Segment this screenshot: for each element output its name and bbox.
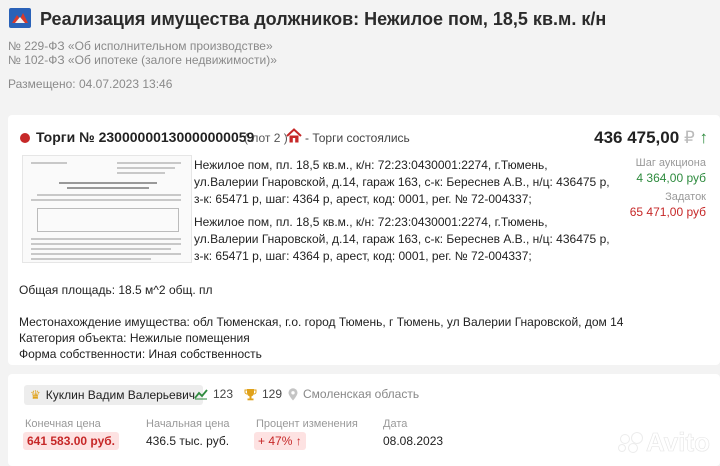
posted-label: Размещено:	[8, 77, 76, 91]
date-label: Дата	[383, 418, 408, 430]
region-name: Смоленская область	[303, 387, 420, 401]
property-location: Местонахождение имущества: обл Тюменская…	[19, 315, 624, 329]
start-price-label: Начальная цена	[146, 418, 230, 430]
doc-line	[31, 258, 151, 260]
doc-line	[31, 248, 171, 250]
posted-date: Размещено: 04.07.2023 13:46	[8, 77, 172, 91]
avito-logo-icon	[617, 431, 644, 454]
auction-step-label: Шаг аукциона	[635, 157, 706, 169]
crown-icon: ♛	[30, 388, 41, 402]
price-value: 436 475,00	[594, 128, 680, 147]
winner-name: Куклин Вадим Валерьевич	[45, 388, 196, 402]
change-label: Процент изменения	[256, 418, 358, 430]
final-price-value: 641 583.00 руб.	[23, 432, 119, 450]
avito-watermark: Avito	[617, 427, 711, 458]
start-price-value: 436.5 тыс. руб.	[146, 434, 230, 448]
doc-line	[31, 243, 181, 245]
deposit-label: Задаток	[665, 191, 706, 203]
law-reference[interactable]: № 229-ФЗ «Об исполнительном производстве…	[8, 39, 273, 53]
watermark-text: Avito	[645, 427, 711, 458]
date-value: 08.08.2023	[383, 434, 444, 448]
doc-line	[117, 172, 165, 174]
page-title: Реализация имущества должников: Нежилое …	[40, 9, 607, 29]
logo-icon	[9, 8, 31, 28]
posted-value: 04.07.2023 13:46	[78, 77, 173, 91]
result-card: ♛ Куклин Вадим Валерьевич 123 129 Смолен…	[8, 374, 720, 466]
lot-count: ( лот 2 )	[244, 131, 288, 145]
favorites-count: 129	[262, 387, 283, 401]
doc-line	[31, 162, 67, 164]
total-area: Общая площадь: 18.5 м^2 общ. пл	[19, 283, 213, 297]
doc-line	[117, 167, 175, 169]
doc-line	[31, 253, 181, 255]
object-category: Категория объекта: Нежилые помещения	[19, 331, 250, 345]
auction-step-value: 4 364,00 руб	[636, 171, 706, 185]
final-price-badge: 641 583.00 руб.	[23, 432, 119, 450]
winner-chip[interactable]: ♛ Куклин Вадим Валерьевич	[24, 385, 204, 405]
trend-up-icon: ↑	[699, 128, 709, 147]
doc-line	[67, 187, 149, 189]
deposit-value: 65 471,00 руб	[629, 205, 706, 219]
lot-status: - Торги состоялись	[305, 131, 410, 145]
region-stat: Смоленская область	[288, 387, 419, 401]
lot-description: Нежилое пом, пл. 18,5 кв.м., к/н: 72:23:…	[194, 215, 610, 263]
status-dot-icon	[20, 133, 30, 143]
ownership-form: Форма собственности: Иная собственность	[19, 347, 262, 361]
chart-icon	[194, 389, 208, 400]
document-thumbnail[interactable]	[22, 155, 192, 263]
law-reference[interactable]: № 102-ФЗ «Об ипотеке (залоге недвижимост…	[8, 53, 277, 67]
lot-title[interactable]: Торги № 23000000130000000059	[36, 129, 254, 145]
views-stat: 123	[194, 387, 233, 401]
house-icon	[286, 128, 302, 143]
doc-line	[37, 194, 181, 196]
doc-line	[59, 182, 157, 184]
location-pin-icon	[288, 387, 298, 400]
change-badge: + 47% ↑	[254, 432, 306, 450]
lot-price: 436 475,00 ₽ ↑	[594, 128, 708, 148]
lot-description: Нежилое пом, пл. 18,5 кв.м., к/н: 72:23:…	[194, 158, 610, 206]
ruble-icon: ₽	[683, 128, 695, 147]
doc-table	[37, 208, 179, 232]
final-price-label: Конечная цена	[25, 418, 101, 430]
change-value: + 47% ↑	[254, 432, 306, 450]
doc-line	[117, 162, 181, 164]
lot-card: Торги № 23000000130000000059 ( лот 2 ) -…	[8, 115, 720, 365]
doc-line	[31, 199, 181, 201]
favorites-stat: 129	[244, 387, 282, 401]
views-count: 123	[213, 387, 234, 401]
page-header: Реализация имущества должников: Нежилое …	[0, 0, 720, 100]
trophy-icon	[244, 388, 257, 400]
doc-line	[31, 238, 181, 240]
